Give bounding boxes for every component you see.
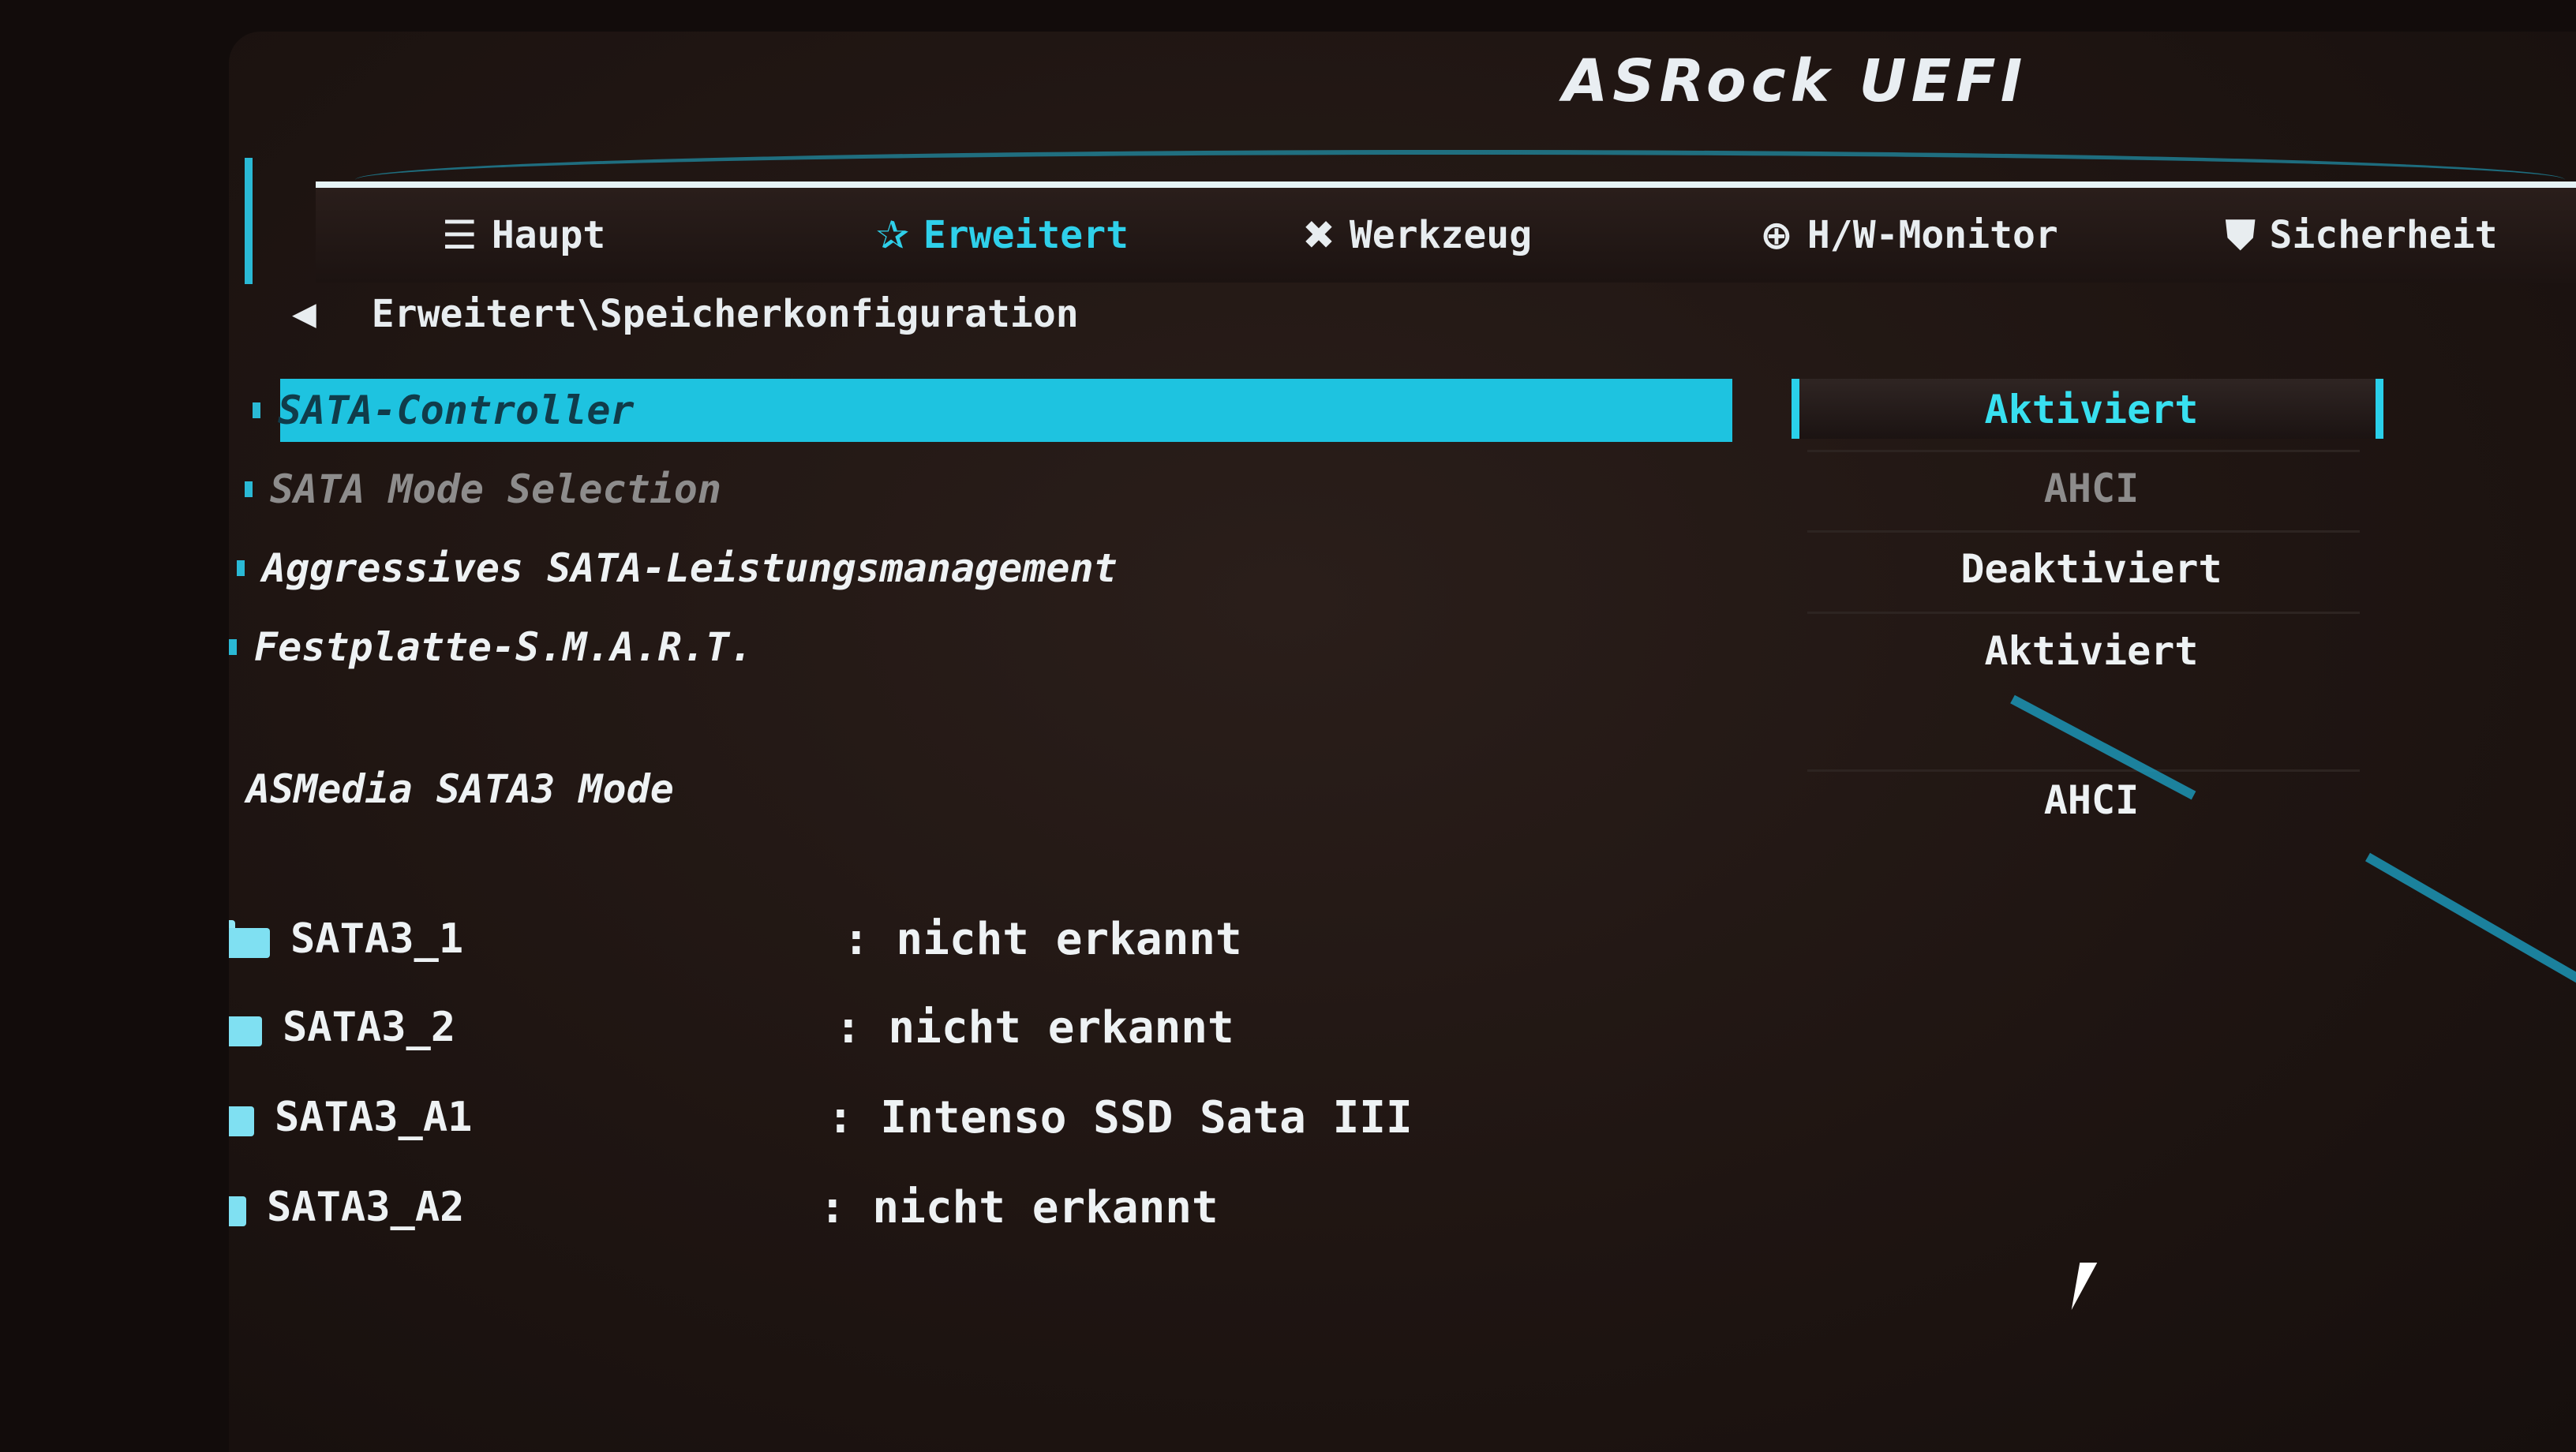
row-bullet	[245, 481, 253, 497]
shield-icon: ⛊	[2226, 211, 2256, 258]
value-divider	[1807, 530, 2360, 533]
breadcrumb: ◀ Erweitert\Speicherkonfiguration	[292, 292, 1079, 336]
back-arrow-icon[interactable]: ◀	[292, 296, 316, 332]
tab-label: Werkzeug	[1349, 213, 1533, 257]
drive-row: SATA3_1 : nicht erkannt	[229, 908, 1242, 971]
drive-status: : Intenso SSD Sata III	[827, 1091, 1413, 1143]
decor-stripe	[2365, 852, 2576, 988]
tab-label: H/W-Monitor	[1807, 213, 2058, 257]
folder-icon	[229, 1009, 262, 1046]
star-icon: ✰	[876, 212, 909, 258]
row-bullet	[229, 639, 237, 655]
left-accent-bar	[245, 158, 253, 284]
drive-name: SATA3_1	[290, 915, 464, 963]
tools-icon: ✖	[1302, 212, 1335, 258]
value-sata-controller[interactable]: Aktiviert	[1799, 387, 2383, 432]
setting-label: Festplatte-S.M.A.R.T.	[254, 624, 754, 670]
drive-name: SATA3_2	[283, 1004, 456, 1051]
value-sata-mode[interactable]: AHCI	[1799, 466, 2383, 511]
tab-label: Erweitert	[923, 213, 1129, 257]
setting-sata-mode-selection[interactable]: SATA Mode Selection	[245, 458, 721, 521]
value-divider	[1807, 769, 2360, 772]
breadcrumb-path: Erweitert\Speicherkonfiguration	[371, 292, 1079, 336]
setting-sata-controller[interactable]: SATA-Controller	[253, 379, 635, 442]
tab-sicherheit[interactable]: ⛊ Sicherheit	[2226, 188, 2497, 283]
drive-status: : nicht erkannt	[819, 1181, 1219, 1233]
drive-row: SATA3_2 : nicht erkannt	[229, 996, 1234, 1059]
drive-status: : nicht erkannt	[843, 913, 1242, 965]
drive-name: SATA3_A2	[267, 1184, 465, 1231]
tab-hw-monitor[interactable]: ⊕ H/W-Monitor	[1760, 188, 2058, 283]
setting-label: Aggressives SATA-Leistungsmanagement	[262, 545, 1118, 591]
setting-hdd-smart[interactable]: Festplatte-S.M.A.R.T.	[229, 616, 753, 679]
row-bullet	[237, 560, 245, 576]
folder-icon	[229, 1098, 254, 1136]
drive-name: SATA3_A1	[275, 1094, 473, 1141]
value-divider	[1807, 450, 2360, 452]
tab-erweitert[interactable]: ✰ Erweitert	[876, 188, 1129, 283]
monitor-icon: ⊕	[1760, 212, 1793, 258]
tab-label: Haupt	[491, 213, 606, 257]
mouse-cursor-icon	[2071, 1263, 2098, 1310]
uefi-screen: ASRock UEFI ☰ Haupt ✰ Erweitert ✖ Werkze…	[229, 32, 2576, 1452]
drive-row: SATA3_A1 : Intenso SSD Sata III	[229, 1086, 1413, 1149]
setting-label: SATA-Controller	[278, 387, 635, 433]
drive-status: : nicht erkannt	[835, 1001, 1234, 1053]
setting-label: SATA Mode Selection	[270, 466, 721, 512]
setting-asmedia-sata3-mode[interactable]: ASMedia SATA3 Mode	[229, 758, 674, 821]
folder-icon	[229, 1188, 246, 1226]
tab-haupt[interactable]: ☰ Haupt	[442, 188, 605, 283]
value-asmedia-mode[interactable]: AHCI	[1799, 777, 2383, 823]
folder-icon	[229, 920, 270, 958]
value-divider	[1807, 612, 2360, 614]
list-icon: ☰	[442, 212, 477, 258]
row-bullet	[253, 402, 260, 418]
setting-aggressive-sata-power[interactable]: Aggressives SATA-Leistungsmanagement	[237, 537, 1118, 600]
tab-bar: ☰ Haupt ✰ Erweitert ✖ Werkzeug ⊕ H/W-Mon…	[316, 182, 2576, 283]
value-aggressive-sata[interactable]: Deaktiviert	[1799, 546, 2383, 592]
tab-label: Sicherheit	[2269, 213, 2498, 257]
setting-label: ASMedia SATA3 Mode	[246, 766, 674, 812]
drive-row: SATA3_A2 : nicht erkannt	[229, 1176, 1219, 1239]
tab-werkzeug[interactable]: ✖ Werkzeug	[1302, 188, 1532, 283]
asrock-uefi-logo: ASRock UEFI	[1563, 47, 2027, 115]
value-hdd-smart[interactable]: Aktiviert	[1799, 628, 2383, 674]
